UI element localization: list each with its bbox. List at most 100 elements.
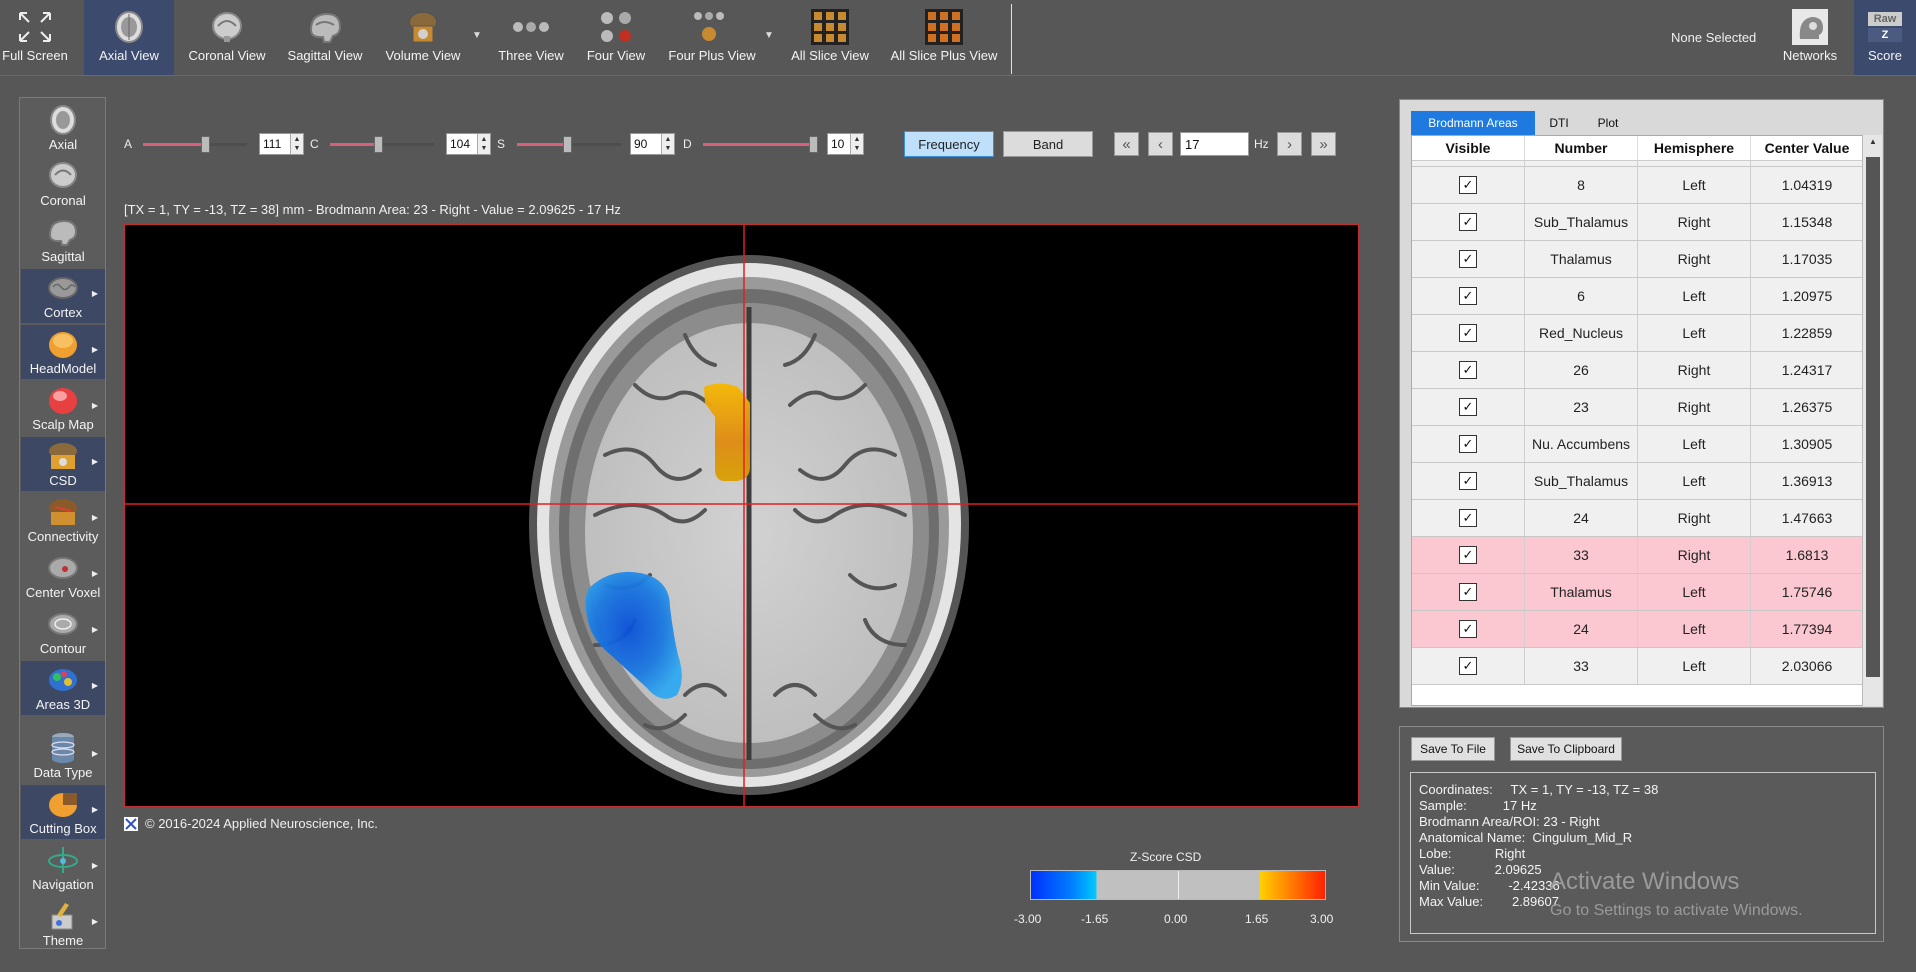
spinbox-a[interactable]: 111 ▲ ▼ — [259, 133, 304, 155]
sagittal-view-button[interactable]: Sagittal View — [280, 0, 370, 75]
sidebar-item-navigation[interactable]: Navigation ▶ — [21, 841, 105, 895]
visible-checkbox[interactable]: ✓ — [1459, 620, 1477, 638]
table-row[interactable]: ✓ 6 Left 1.20975 — [1412, 278, 1862, 315]
slider-s-thumb[interactable] — [563, 136, 572, 153]
column-header-visible[interactable]: Visible — [1412, 136, 1525, 160]
save-to-file-button[interactable]: Save To File — [1411, 737, 1495, 761]
spinbox-s[interactable]: 90 ▲ ▼ — [630, 133, 675, 155]
sidebar-item-areas-3d[interactable]: Areas 3D ▶ — [21, 661, 105, 715]
visible-checkbox[interactable]: ✓ — [1459, 546, 1477, 564]
frequency-button[interactable]: Frequency — [904, 131, 994, 157]
sidebar-item-data-type[interactable]: Data Type ▶ — [21, 729, 105, 783]
spinbox-d-value: 10 — [831, 137, 845, 151]
visible-checkbox[interactable]: ✓ — [1459, 398, 1477, 416]
table-row[interactable]: ✓ 33 Left 2.03066 — [1412, 648, 1862, 685]
sidebar-item-scalp-map[interactable]: Scalp Map ▶ — [21, 381, 105, 435]
save-to-clipboard-button[interactable]: Save To Clipboard — [1510, 737, 1622, 761]
scroll-up-icon[interactable]: ▲ — [1867, 137, 1879, 151]
sidebar-item-cortex[interactable]: Cortex ▶ — [21, 269, 105, 323]
table-row[interactable]: ✓ Sub_Thalamus Left 1.36913 — [1412, 463, 1862, 500]
all-slice-view-button[interactable]: All Slice View — [782, 0, 878, 75]
tab-brodmann-areas[interactable]: Brodmann Areas — [1411, 111, 1535, 135]
band-button[interactable]: Band — [1003, 131, 1093, 157]
table-row[interactable]: ✓ 33 Right 1.6813 — [1412, 537, 1862, 574]
table-row[interactable]: ✓ Thalamus Right 1.17035 — [1412, 241, 1862, 278]
top-toolbar: Full Screen Axial View Coronal View Sagi… — [0, 0, 1916, 76]
column-header-hemisphere[interactable]: Hemisphere — [1638, 136, 1751, 160]
column-header-number[interactable]: Number — [1525, 136, 1638, 160]
sidebar-item-cutting-box[interactable]: Cutting Box ▶ — [21, 785, 105, 839]
column-header-center-value[interactable]: Center Value — [1751, 136, 1862, 160]
spinbox-arrows-icon[interactable]: ▲ ▼ — [477, 134, 490, 154]
axial-view-button[interactable]: Axial View — [84, 0, 174, 75]
full-screen-button[interactable]: Full Screen — [0, 0, 70, 75]
tab-plot[interactable]: Plot — [1583, 111, 1633, 135]
sidebar-item-connectivity[interactable]: Connectivity ▶ — [21, 493, 105, 547]
four-plus-view-button[interactable]: Four Plus View — [662, 0, 762, 75]
frequency-input[interactable]: 17 — [1180, 132, 1249, 156]
first-frequency-button[interactable]: « — [1114, 132, 1139, 156]
visible-checkbox[interactable]: ✓ — [1459, 509, 1477, 527]
table-row[interactable]: ✓ 8 Left 1.04319 — [1412, 167, 1862, 204]
spinbox-arrows-icon[interactable]: ▲ ▼ — [290, 134, 303, 154]
spinbox-arrows-icon[interactable]: ▲ ▼ — [661, 134, 674, 154]
slider-c-thumb[interactable] — [374, 136, 383, 153]
table-row[interactable]: ✓ Red_Nucleus Left 1.22859 — [1412, 315, 1862, 352]
visible-cell: ✓ — [1412, 167, 1525, 203]
scrollbar-thumb[interactable] — [1866, 157, 1880, 677]
head-model-icon — [46, 328, 80, 360]
visible-checkbox[interactable]: ✓ — [1459, 213, 1477, 231]
sidebar-item-center-voxel[interactable]: Center Voxel ▶ — [21, 549, 105, 603]
visible-checkbox[interactable]: ✓ — [1459, 435, 1477, 453]
sidebar-item-axial[interactable]: Axial — [21, 101, 105, 155]
slider-d[interactable] — [703, 136, 819, 153]
visible-checkbox[interactable]: ✓ — [1459, 472, 1477, 490]
previous-frequency-button[interactable]: ‹ — [1148, 132, 1173, 156]
table-row[interactable]: ✓ 26 Right 1.24317 — [1412, 352, 1862, 389]
slider-s[interactable] — [517, 136, 621, 153]
visible-checkbox[interactable]: ✓ — [1459, 657, 1477, 675]
slider-c[interactable] — [330, 136, 434, 153]
visible-checkbox[interactable]: ✓ — [1459, 583, 1477, 601]
tab-dti[interactable]: DTI — [1537, 111, 1581, 135]
center-value-cell: 1.04319 — [1751, 167, 1862, 203]
four-view-button[interactable]: Four View — [576, 0, 656, 75]
axial-slice-viewport[interactable] — [124, 224, 1359, 807]
next-frequency-button[interactable]: › — [1277, 132, 1302, 156]
four-plus-view-dropdown-icon[interactable]: ▼ — [764, 30, 774, 41]
slider-d-thumb[interactable] — [809, 136, 818, 153]
table-row[interactable]: ✓ 24 Left 1.77394 — [1412, 611, 1862, 648]
spinbox-arrows-icon[interactable]: ▲ ▼ — [850, 134, 863, 154]
visible-checkbox[interactable]: ✓ — [1459, 176, 1477, 194]
table-row[interactable]: ✓ Nu. Accumbens Left 1.30905 — [1412, 426, 1862, 463]
sidebar-item-theme[interactable]: Theme ▶ — [21, 897, 105, 951]
visible-checkbox[interactable]: ✓ — [1459, 287, 1477, 305]
sidebar-item-sagittal[interactable]: Sagittal — [21, 213, 105, 267]
last-frequency-button[interactable]: » — [1311, 132, 1336, 156]
submenu-arrow-icon: ▶ — [91, 401, 98, 410]
slider-a[interactable] — [143, 136, 247, 153]
visible-checkbox[interactable]: ✓ — [1459, 361, 1477, 379]
sidebar-item-contour[interactable]: Contour ▶ — [21, 605, 105, 659]
all-slice-plus-view-button[interactable]: All Slice Plus View — [886, 0, 1002, 75]
volume-view-button[interactable]: Volume View — [378, 0, 468, 75]
sidebar-item-csd[interactable]: CSD ▶ — [21, 437, 105, 491]
slider-a-thumb[interactable] — [201, 136, 210, 153]
visible-checkbox[interactable]: ✓ — [1459, 324, 1477, 342]
sidebar-item-coronal[interactable]: Coronal — [21, 157, 105, 211]
table-row[interactable]: ✓ 24 Right 1.47663 — [1412, 500, 1862, 537]
spinbox-d[interactable]: 10 ▲ ▼ — [827, 133, 864, 155]
networks-button[interactable]: Networks — [1768, 0, 1852, 75]
volume-view-dropdown-icon[interactable]: ▼ — [472, 30, 482, 41]
table-scrollbar[interactable]: ▲ — [1862, 135, 1882, 706]
visible-checkbox[interactable]: ✓ — [1459, 250, 1477, 268]
table-row[interactable]: ✓ Thalamus Left 1.75746 — [1412, 574, 1862, 611]
coronal-view-button[interactable]: Coronal View — [182, 0, 272, 75]
table-row[interactable]: ✓ 23 Right 1.26375 — [1412, 389, 1862, 426]
spinbox-c[interactable]: 104 ▲ ▼ — [446, 133, 491, 155]
table-row[interactable]: ✓ Sub_Thalamus Right 1.15348 — [1412, 204, 1862, 241]
submenu-arrow-icon: ▶ — [91, 861, 98, 870]
score-button[interactable]: Raw Z Score — [1854, 0, 1916, 75]
three-view-button[interactable]: Three View — [486, 0, 576, 75]
sidebar-item-headmodel[interactable]: HeadModel ▶ — [21, 325, 105, 379]
